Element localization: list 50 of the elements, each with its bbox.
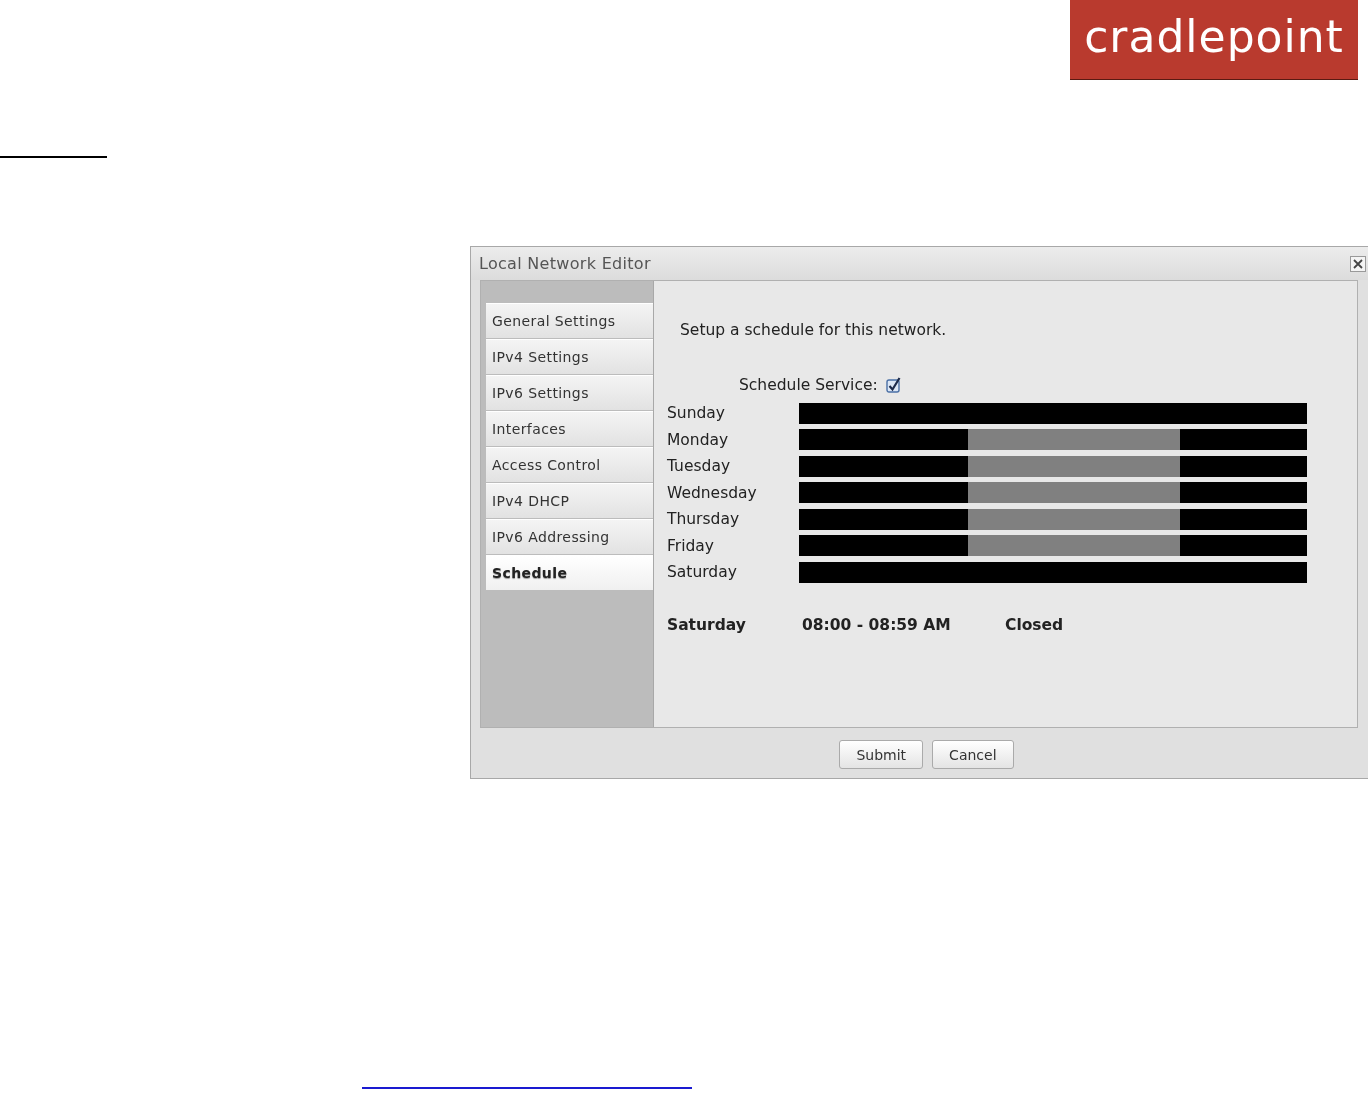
submit-button[interactable]: Submit <box>839 740 924 769</box>
closed-hour-slot[interactable] <box>799 561 821 583</box>
day-label: Friday <box>667 536 715 555</box>
hover-day: Saturday <box>667 615 802 634</box>
closed-hour-slot[interactable] <box>1285 482 1307 504</box>
closed-hour-slot[interactable] <box>1285 402 1307 424</box>
day-label: Sunday <box>667 404 726 423</box>
sidebar-tab[interactable]: Schedule <box>486 555 653 590</box>
day-label: Thursday <box>667 510 741 529</box>
sidebar-tab[interactable]: Interfaces <box>486 411 653 446</box>
day-label: Wednesday <box>667 483 758 502</box>
sidebar-tab[interactable]: IPv4 Settings <box>486 339 653 374</box>
closed-hour-slot[interactable] <box>947 482 969 504</box>
intro-text: Setup a schedule for this network. <box>680 321 948 339</box>
closed-hour-slot[interactable] <box>799 508 821 530</box>
closed-hour-slot[interactable] <box>1285 535 1307 557</box>
closed-hour-slot[interactable] <box>799 482 821 504</box>
closed-hour-slot[interactable] <box>947 508 969 530</box>
day-label: Tuesday <box>667 457 732 476</box>
closed-hour-slot[interactable] <box>947 455 969 477</box>
closed-hour-slot[interactable] <box>1179 482 1201 504</box>
closed-hour-slot[interactable] <box>799 535 821 557</box>
closed-hour-slot[interactable] <box>1179 429 1201 451</box>
closed-hour-slot[interactable] <box>1179 535 1201 557</box>
sidebar-tab[interactable]: General Settings <box>486 303 653 338</box>
closed-hour-slot[interactable] <box>1285 561 1307 583</box>
hover-time: 08:00 - 08:59 AM <box>802 615 952 634</box>
close-icon[interactable] <box>1350 255 1366 272</box>
closed-hour-slot[interactable] <box>1179 508 1201 530</box>
schedule-service-label: Schedule Service: <box>739 376 878 394</box>
sidebar-tab[interactable]: Access Control <box>486 447 653 482</box>
closed-hour-slot[interactable] <box>1285 429 1307 451</box>
cancel-button[interactable]: Cancel <box>932 740 1014 769</box>
hover-status: Closed <box>1005 615 1064 634</box>
sidebar-tab[interactable]: IPv4 DHCP <box>486 483 653 518</box>
window-title: Local Network Editor <box>479 254 651 273</box>
closed-hour-slot[interactable] <box>1285 508 1307 530</box>
checkbox[interactable] <box>885 377 902 393</box>
closed-hour-slot[interactable] <box>1179 455 1201 477</box>
closed-hour-slot[interactable] <box>1285 455 1307 477</box>
closed-hour-slot[interactable] <box>799 455 821 477</box>
day-label: Monday <box>667 430 730 449</box>
closed-hour-slot[interactable] <box>799 429 821 451</box>
logo: cradlepoint <box>1070 0 1358 80</box>
sidebar-tab[interactable]: IPv6 Addressing <box>486 519 653 554</box>
sidebar-tab[interactable]: IPv6 Settings <box>486 375 653 410</box>
closed-hour-slot[interactable] <box>799 402 821 424</box>
day-label: Saturday <box>667 563 738 582</box>
closed-hour-slot[interactable] <box>947 535 969 557</box>
closed-hour-slot[interactable] <box>947 429 969 451</box>
